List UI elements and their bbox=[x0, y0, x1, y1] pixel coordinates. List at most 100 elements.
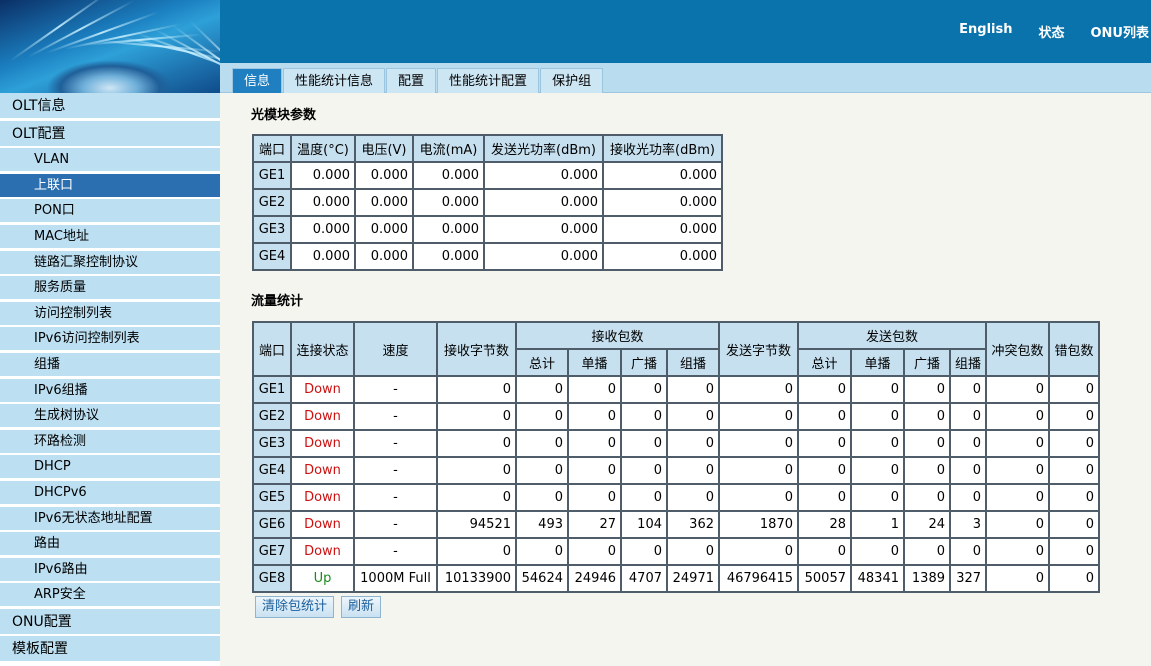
value-cell: 0 bbox=[436, 537, 517, 566]
sidebar-item[interactable]: IPv6组播 bbox=[0, 378, 220, 403]
nav-onu-list-link[interactable]: ONU列表 bbox=[1091, 22, 1150, 41]
value-cell: 0 bbox=[985, 510, 1051, 539]
sidebar-item[interactable]: IPv6访问控制列表 bbox=[0, 327, 220, 352]
value-cell: 0 bbox=[620, 483, 668, 512]
value-cell: 0 bbox=[567, 456, 622, 485]
table-row: GE7 Down -0 0 0 0 0 0 0 0 0 0 0 0 bbox=[252, 537, 1101, 566]
value-cell: 0 bbox=[797, 537, 852, 566]
sidebar-item[interactable]: 模板配置 bbox=[0, 636, 220, 663]
value-cell: 0 bbox=[850, 375, 905, 404]
port-cell: GE1 bbox=[252, 161, 292, 190]
value-cell: 0 bbox=[797, 402, 852, 431]
sidebar-item[interactable]: IPv6无状态地址配置 bbox=[0, 506, 220, 531]
value-cell: 0 bbox=[985, 429, 1051, 458]
traffic-header-cell: 总计 bbox=[515, 348, 569, 377]
sidebar-item[interactable]: OLT配置 bbox=[0, 120, 220, 147]
value-cell: 0 bbox=[436, 483, 517, 512]
sidebar-item[interactable]: 访问控制列表 bbox=[0, 301, 220, 326]
value-cell: 0 bbox=[850, 402, 905, 431]
value-cell: 0 bbox=[797, 483, 852, 512]
sidebar-item[interactable]: VLAN bbox=[0, 148, 220, 173]
sidebar-item[interactable]: 链路汇聚控制协议 bbox=[0, 250, 220, 275]
speed-cell: - bbox=[353, 456, 438, 485]
sidebar-item[interactable]: MAC地址 bbox=[0, 224, 220, 249]
traffic-header-cell: 单播 bbox=[850, 348, 905, 377]
value-cell: 0 bbox=[1048, 564, 1101, 593]
sidebar-item[interactable]: 服务质量 bbox=[0, 276, 220, 301]
value-cell: 0 bbox=[903, 375, 951, 404]
value-cell: 0 bbox=[515, 456, 569, 485]
value-cell: 24 bbox=[903, 510, 951, 539]
traffic-header-cell: 组播 bbox=[948, 348, 988, 377]
value-cell: 493 bbox=[515, 510, 569, 539]
table-row: GE3 0.000 0.000 0.000 0.000 0.000 bbox=[252, 215, 723, 244]
optical-header-cell: 接收光功率(dBm) bbox=[602, 134, 723, 163]
table-row: GE3 Down -0 0 0 0 0 0 0 0 0 0 0 0 bbox=[252, 429, 1101, 458]
value-cell: 0 bbox=[850, 483, 905, 512]
sidebar-item[interactable]: IPv6路由 bbox=[0, 557, 220, 582]
value-cell: 54624 bbox=[515, 564, 569, 593]
sidebar-item[interactable]: PON口 bbox=[0, 199, 220, 224]
value-cell: 0 bbox=[948, 456, 988, 485]
value-cell: 0.000 bbox=[354, 188, 414, 217]
value-cell: 0 bbox=[1048, 510, 1101, 539]
sidebar-item[interactable]: ARP安全 bbox=[0, 583, 220, 608]
value-cell: 0 bbox=[903, 402, 951, 431]
value-cell: 0 bbox=[850, 429, 905, 458]
value-cell: 0.000 bbox=[602, 242, 723, 271]
port-cell: GE1 bbox=[252, 375, 292, 404]
port-cell: GE5 bbox=[252, 483, 292, 512]
traffic-header-cell: 接收字节数 bbox=[436, 321, 517, 377]
tab-info[interactable]: 信息 bbox=[232, 68, 283, 93]
value-cell: 0 bbox=[666, 483, 720, 512]
value-cell: 0 bbox=[718, 456, 799, 485]
port-cell: GE2 bbox=[252, 402, 292, 431]
traffic-header-cell: 广播 bbox=[620, 348, 668, 377]
clear-stats-button[interactable]: 清除包统计 bbox=[255, 596, 335, 618]
value-cell: 0.000 bbox=[354, 161, 414, 190]
value-cell: 0 bbox=[666, 429, 720, 458]
value-cell: 0 bbox=[1048, 456, 1101, 485]
tab-perf-config[interactable]: 性能统计配置 bbox=[437, 68, 540, 93]
traffic-header-cell: 发送字节数 bbox=[718, 321, 799, 377]
value-cell: 0 bbox=[797, 456, 852, 485]
tab-protect-group[interactable]: 保护组 bbox=[540, 68, 604, 93]
optical-header-cell: 电流(mA) bbox=[412, 134, 485, 163]
traffic-header-cell: 广播 bbox=[903, 348, 951, 377]
logo-streak bbox=[9, 0, 109, 62]
optical-header-cell: 温度(°C) bbox=[290, 134, 356, 163]
value-cell: 0 bbox=[948, 402, 988, 431]
value-cell: 0 bbox=[1048, 429, 1101, 458]
value-cell: 0 bbox=[515, 402, 569, 431]
value-cell: 3 bbox=[948, 510, 988, 539]
sidebar-item[interactable]: 生成树协议 bbox=[0, 404, 220, 429]
table-row: GE4 0.000 0.000 0.000 0.000 0.000 bbox=[252, 242, 723, 271]
sidebar-item[interactable]: 组播 bbox=[0, 352, 220, 377]
speed-cell: - bbox=[353, 375, 438, 404]
port-cell: GE7 bbox=[252, 537, 292, 566]
value-cell: 0 bbox=[1048, 537, 1101, 566]
sidebar-item[interactable]: 上联口 bbox=[0, 173, 220, 198]
nav-status-link[interactable]: 状态 bbox=[1038, 22, 1064, 41]
sidebar-item[interactable]: ONU配置 bbox=[0, 608, 220, 635]
nav-english-link[interactable]: English bbox=[959, 22, 1012, 41]
refresh-button[interactable]: 刷新 bbox=[341, 596, 382, 618]
value-cell: 24971 bbox=[666, 564, 720, 593]
top-nav: English 状态 ONU列表 bbox=[933, 22, 1151, 41]
sidebar-item[interactable]: OLT信息 bbox=[0, 93, 220, 119]
traffic-header-cell: 总计 bbox=[797, 348, 852, 377]
value-cell: 327 bbox=[948, 564, 988, 593]
value-cell: 0 bbox=[903, 537, 951, 566]
table-row: GE1 0.000 0.000 0.000 0.000 0.000 bbox=[252, 161, 723, 190]
traffic-header-cell: 速度 bbox=[353, 321, 438, 377]
value-cell: 1 bbox=[850, 510, 905, 539]
link-status-cell: Down bbox=[290, 456, 355, 485]
sidebar-item[interactable]: DHCPv6 bbox=[0, 480, 220, 505]
tab-config[interactable]: 配置 bbox=[386, 68, 437, 93]
sidebar-item[interactable]: DHCP bbox=[0, 455, 220, 480]
tab-perf-stats[interactable]: 性能统计信息 bbox=[283, 68, 386, 93]
link-status-cell: Down bbox=[290, 402, 355, 431]
sidebar-item[interactable]: 环路检测 bbox=[0, 429, 220, 454]
value-cell: 0 bbox=[567, 402, 622, 431]
sidebar-item[interactable]: 路由 bbox=[0, 532, 220, 557]
